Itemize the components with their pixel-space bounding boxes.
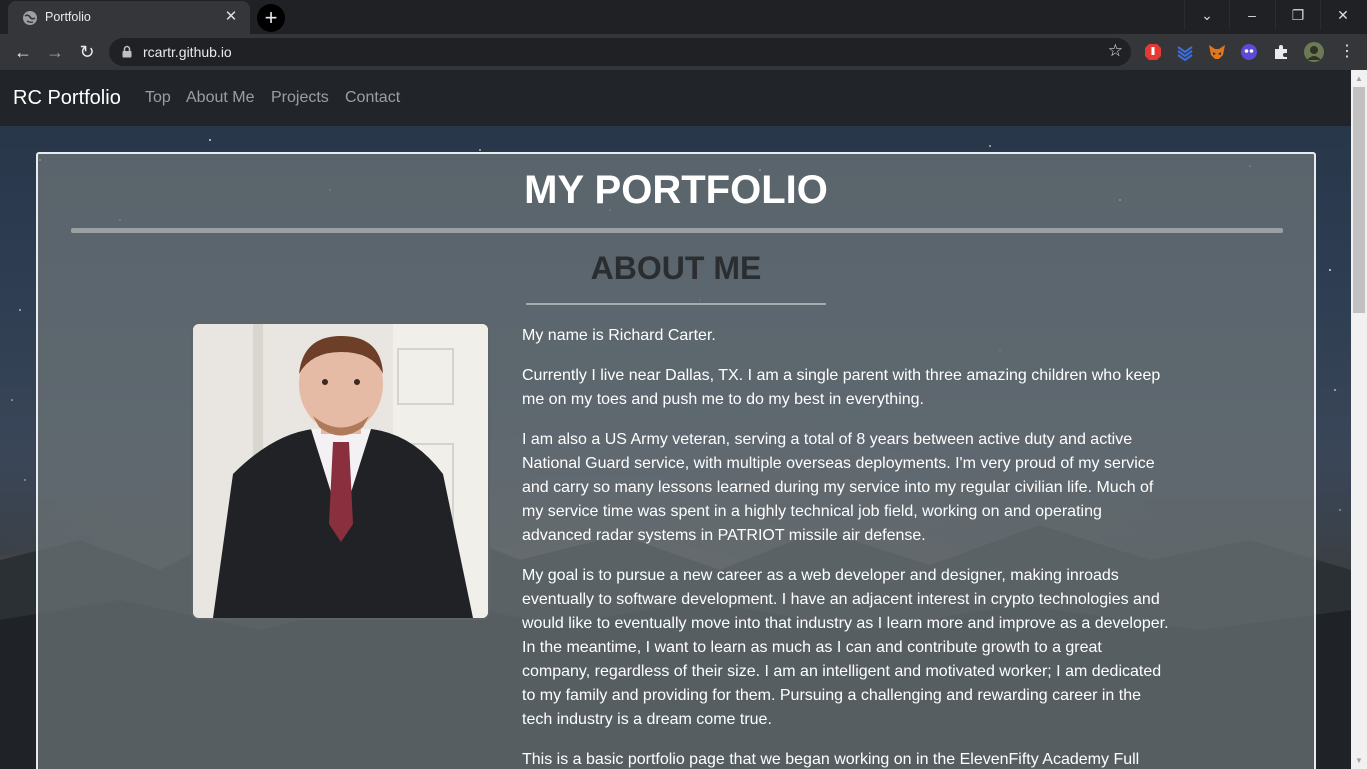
nav-link-about-me[interactable]: About Me (186, 89, 254, 107)
globe-icon (23, 11, 37, 25)
new-tab-button[interactable]: + (257, 4, 285, 32)
tab-title: Portfolio (45, 10, 91, 24)
bio-paragraph: My name is Richard Carter. (522, 327, 716, 344)
scrollbar-thumb[interactable] (1353, 87, 1365, 313)
title-divider (71, 228, 1283, 233)
bot-extension-icon[interactable] (1240, 43, 1258, 61)
bio-paragraph: I am also a US Army veteran, serving a t… (522, 431, 1155, 544)
section-divider (526, 303, 826, 305)
reload-icon[interactable]: ↻ (74, 39, 100, 65)
scroll-down-arrow-icon[interactable]: ▼ (1351, 752, 1367, 769)
nav-link-top[interactable]: Top (145, 89, 171, 107)
tab-search-icon[interactable]: ⌄ (1184, 0, 1229, 30)
close-window-button[interactable]: ✕ (1320, 0, 1365, 30)
page-title: MY PORTFOLIO (524, 168, 828, 212)
address-bar[interactable]: rcartr.github.io ☆ (109, 38, 1131, 66)
forward-arrow-icon[interactable]: → (42, 39, 68, 65)
profile-photo (191, 322, 490, 620)
browser-tab[interactable]: Portfolio ✕ (8, 1, 250, 34)
back-arrow-icon[interactable]: ← (10, 39, 36, 65)
brand-link[interactable]: RC Portfolio (13, 87, 121, 110)
metamask-fox-icon[interactable] (1208, 43, 1226, 61)
minimize-button[interactable]: – (1229, 0, 1274, 30)
site-navbar: RC Portfolio Top About Me Projects Conta… (0, 70, 1351, 126)
url-text: rcartr.github.io (143, 44, 232, 60)
menu-kebab-icon[interactable]: ⋮ (1338, 43, 1356, 61)
portfolio-panel: MY PORTFOLIO ABOUT ME My name is Richard… (36, 152, 1316, 769)
nav-link-contact[interactable]: Contact (345, 89, 400, 107)
close-tab-icon[interactable]: ✕ (222, 8, 240, 26)
bio-paragraph: My goal is to pursue a new career as a w… (522, 567, 1169, 728)
adblock-extension-icon[interactable] (1144, 43, 1162, 61)
lock-icon (122, 45, 132, 58)
page-viewport: RC Portfolio Top About Me Projects Conta… (0, 70, 1351, 769)
puzzle-extensions-icon[interactable] (1272, 43, 1290, 61)
scroll-up-arrow-icon[interactable]: ▲ (1351, 70, 1367, 87)
browser-toolbar: ← → ↻ rcartr.github.io ☆ ⋮ (0, 34, 1367, 70)
profile-avatar[interactable] (1304, 42, 1324, 62)
bookmark-star-icon[interactable]: ☆ (1108, 41, 1123, 61)
section-title: ABOUT ME (590, 250, 762, 286)
about-me-text: My name is Richard Carter. Currently I l… (522, 324, 1172, 769)
bio-paragraph: This is a basic portfolio page that we b… (522, 751, 1140, 768)
layers-extension-icon[interactable] (1176, 43, 1194, 61)
page-scrollbar[interactable]: ▲ ▼ (1351, 70, 1367, 769)
bio-paragraph: Currently I live near Dallas, TX. I am a… (522, 367, 1161, 408)
restore-button[interactable]: ❐ (1275, 0, 1320, 30)
nav-link-projects[interactable]: Projects (271, 89, 329, 107)
browser-tabstrip: Portfolio ✕ + ⌄ – ❐ ✕ (0, 0, 1367, 34)
